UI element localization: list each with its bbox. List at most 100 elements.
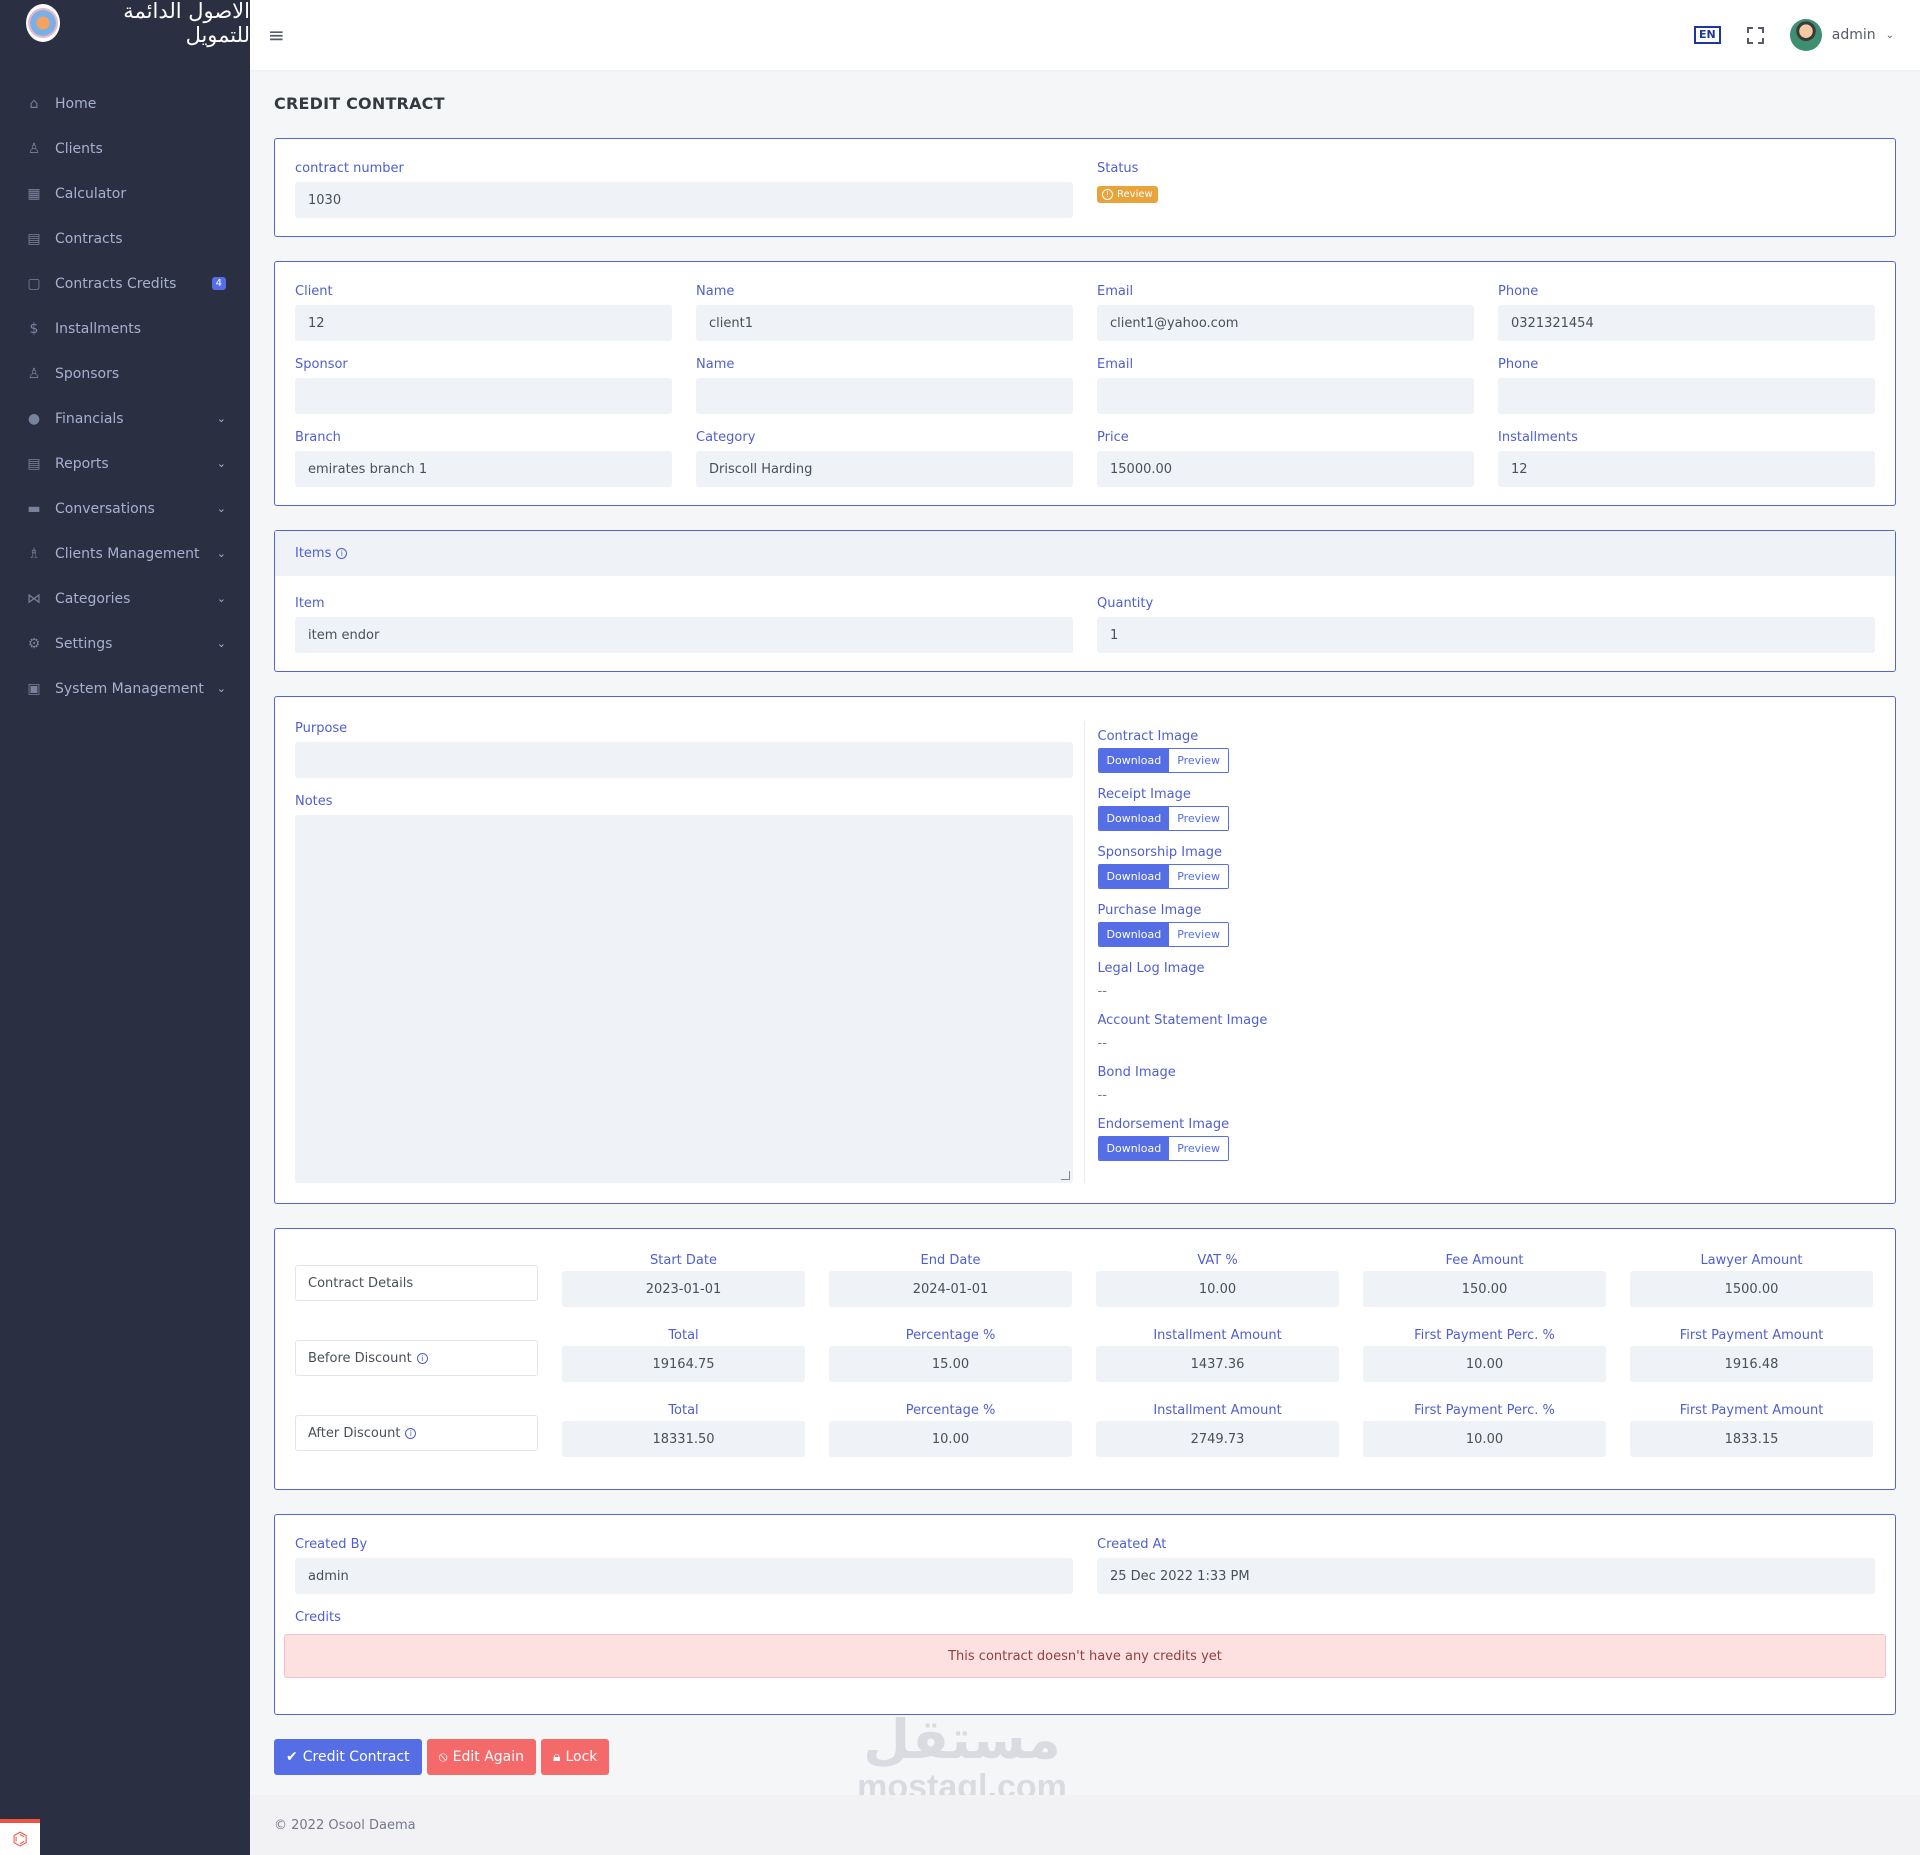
category-label: Category xyxy=(696,430,756,445)
sidebar-item-contracts[interactable]: ▤ Contracts xyxy=(0,216,250,261)
preview-button[interactable]: Preview xyxy=(1169,807,1229,830)
branch-field[interactable]: emirates branch 1 xyxy=(295,451,672,487)
category-field[interactable]: Driscoll Harding xyxy=(696,451,1073,487)
before-first-payment-amount-field[interactable]: 1916.48 xyxy=(1630,1346,1873,1382)
download-button[interactable]: Download xyxy=(1098,807,1170,830)
sidebar-item-label: Home xyxy=(55,95,97,112)
status-label: Status xyxy=(1097,161,1139,176)
document-search-icon: ▢ xyxy=(27,275,41,292)
sponsor-phone-field[interactable] xyxy=(1498,378,1875,414)
sidebar-item-clients-management[interactable]: ♗ Clients Management ⌄ xyxy=(0,531,250,576)
after-first-payment-perc-field[interactable]: 10.00 xyxy=(1363,1421,1606,1457)
contract-number-field[interactable]: 1030 xyxy=(295,182,1073,218)
info-icon[interactable]: i xyxy=(416,1352,428,1364)
sidebar-item-conversations[interactable]: ▬ Conversations ⌄ xyxy=(0,486,250,531)
after-total-field[interactable]: 18331.50 xyxy=(562,1421,805,1457)
purpose-field[interactable] xyxy=(295,742,1073,778)
legal-log-image-group: Legal Log Image -- xyxy=(1098,961,1876,999)
sponsor-field[interactable] xyxy=(295,378,672,414)
before-total-field[interactable]: 19164.75 xyxy=(562,1346,805,1382)
lawyer-amount-field[interactable]: 1500.00 xyxy=(1630,1271,1873,1307)
sidebar-item-categories[interactable]: ⋈ Categories ⌄ xyxy=(0,576,250,621)
brand-name: الاصول الدائمة للتمويل xyxy=(123,0,250,47)
notes-label: Notes xyxy=(295,794,333,809)
user-voice-icon: ♙ xyxy=(27,365,41,382)
edit-again-button[interactable]: ⦸ Edit Again xyxy=(426,1739,537,1775)
sponsor-name-field[interactable] xyxy=(696,378,1073,414)
end-date-field[interactable]: 2024-01-01 xyxy=(829,1271,1072,1307)
check-circle-icon: ✔ xyxy=(286,1749,298,1765)
sidebar-item-settings[interactable]: ⚙ Settings ⌄ xyxy=(0,621,250,666)
notes-textarea[interactable] xyxy=(295,815,1073,1183)
contract-image-group: Contract Image Download Preview xyxy=(1097,729,1876,773)
price-field[interactable]: 15000.00 xyxy=(1097,451,1474,487)
menu-toggle-icon[interactable]: ≡ xyxy=(268,23,285,47)
fullscreen-icon[interactable] xyxy=(1746,26,1764,44)
client-phone-label: Phone xyxy=(1498,284,1539,299)
vat-field[interactable]: 10.00 xyxy=(1096,1271,1339,1307)
sidebar-item-installments[interactable]: $ Installments xyxy=(0,306,250,351)
preview-button[interactable]: Preview xyxy=(1169,923,1229,946)
installments-field[interactable]: 12 xyxy=(1498,451,1875,487)
meta-card: Created By admin Created At 25 Dec 2022 1:… xyxy=(274,1514,1896,1715)
before-first-payment-perc-field[interactable]: 10.00 xyxy=(1363,1346,1606,1382)
quantity-field[interactable]: 1 xyxy=(1097,617,1875,653)
before-installment-field[interactable]: 1437.36 xyxy=(1096,1346,1339,1382)
grid-header: Total xyxy=(668,1403,699,1418)
sponsor-label: Sponsor xyxy=(295,357,348,372)
brand[interactable]: الاصول الدائمة للتمويل xyxy=(0,0,250,47)
download-button[interactable]: Download xyxy=(1098,1137,1170,1160)
client-phone-field[interactable]: 0321321454 xyxy=(1498,305,1875,341)
status-text: Review xyxy=(1117,189,1153,200)
grid-header: End Date xyxy=(920,1253,981,1268)
sidebar-item-home[interactable]: ⌂ Home xyxy=(0,81,250,126)
item-field[interactable]: item endor xyxy=(295,617,1073,653)
download-button[interactable]: Download xyxy=(1098,923,1170,946)
client-id-field[interactable]: 12 xyxy=(295,305,672,341)
sidebar-item-contracts-credits[interactable]: ▢ Contracts Credits 4 xyxy=(0,261,250,306)
chevron-down-icon: ⌄ xyxy=(1885,29,1894,41)
sidebar-item-reports[interactable]: ▤ Reports ⌄ xyxy=(0,441,250,486)
download-button[interactable]: Download xyxy=(1098,749,1170,772)
credit-contract-button[interactable]: ✔ Credit Contract xyxy=(274,1739,422,1775)
preview-button[interactable]: Preview xyxy=(1169,1137,1229,1160)
sidebar-item-financials[interactable]: ● Financials ⌄ xyxy=(0,396,250,441)
sidebar-item-clients[interactable]: ♙ Clients xyxy=(0,126,250,171)
main-content: CREDIT CONTRACT contract number 1030 Sta… xyxy=(274,70,1896,1775)
sidebar-item-label: Contracts Credits xyxy=(55,275,177,292)
start-date-field[interactable]: 2023-01-01 xyxy=(562,1271,805,1307)
credit-contract-label: Credit Contract xyxy=(302,1749,410,1765)
preview-button[interactable]: Preview xyxy=(1169,865,1229,888)
empty-value: -- xyxy=(1097,984,1107,999)
action-bar: ✔ Credit Contract ⦸ Edit Again 🔒︎ Lock xyxy=(274,1739,1896,1775)
after-first-payment-amount-field[interactable]: 1833.15 xyxy=(1630,1421,1873,1457)
grid-header: Start Date xyxy=(650,1253,717,1268)
preview-button[interactable]: Preview xyxy=(1169,749,1229,772)
user-menu[interactable]: admin ⌄ xyxy=(1789,19,1894,51)
created-by-field[interactable]: admin xyxy=(295,1558,1073,1594)
after-installment-field[interactable]: 2749.73 xyxy=(1096,1421,1339,1457)
before-percentage-field[interactable]: 15.00 xyxy=(829,1346,1072,1382)
endorsement-image-group: Endorsement Image Download Preview xyxy=(1097,1117,1876,1161)
sidebar-item-sponsors[interactable]: ♙ Sponsors xyxy=(0,351,250,396)
sidebar-item-system-management[interactable]: ▣ System Management ⌄ xyxy=(0,666,250,711)
language-switch[interactable]: EN xyxy=(1694,26,1721,44)
lock-button[interactable]: 🔒︎ Lock xyxy=(541,1739,610,1775)
client-name-field[interactable]: client1 xyxy=(696,305,1073,341)
account-statement-image-group: Account Statement Image -- xyxy=(1098,1013,1876,1051)
fee-amount-field[interactable]: 150.00 xyxy=(1363,1271,1606,1307)
download-button[interactable]: Download xyxy=(1098,865,1170,888)
sidebar-item-calculator[interactable]: ▦ Calculator xyxy=(0,171,250,216)
branch-label: Branch xyxy=(295,430,341,445)
after-percentage-field[interactable]: 10.00 xyxy=(829,1421,1072,1457)
avatar xyxy=(1789,19,1822,51)
chevron-down-icon: ⌄ xyxy=(216,412,226,425)
grid-header: Percentage % xyxy=(905,1403,996,1418)
created-at-field[interactable]: 25 Dec 2022 1:33 PM xyxy=(1097,1558,1875,1594)
info-icon[interactable]: i xyxy=(405,1427,417,1439)
documents-card: Purpose Notes Contract Image Download Pre… xyxy=(274,696,1896,1204)
sponsor-email-field[interactable] xyxy=(1097,378,1474,414)
contract-number-label: contract number xyxy=(295,161,404,176)
client-email-field[interactable]: client1@yahoo.com xyxy=(1097,305,1474,341)
info-icon[interactable]: i xyxy=(336,548,348,559)
